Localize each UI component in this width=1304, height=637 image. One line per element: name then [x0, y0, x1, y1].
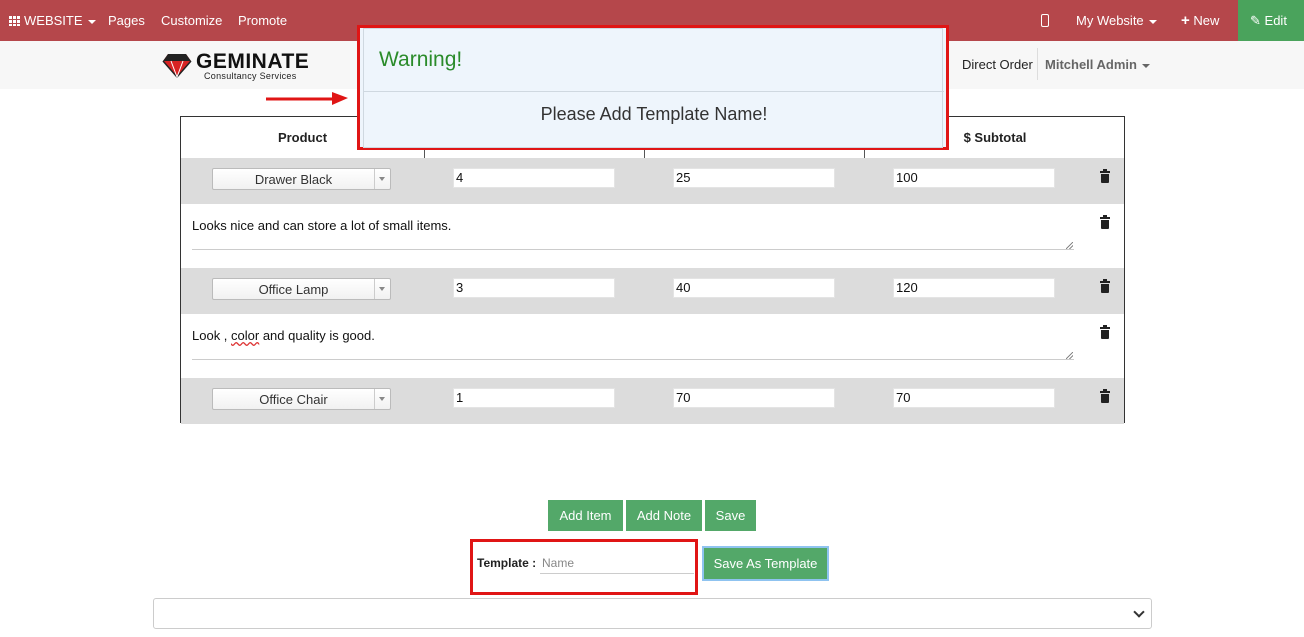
template-select[interactable] — [153, 598, 1152, 629]
save-as-template-button[interactable]: Save As Template — [702, 546, 829, 581]
pages-menu[interactable]: Pages — [108, 0, 145, 41]
trash-icon[interactable] — [1100, 325, 1110, 339]
grid-icon — [9, 16, 20, 26]
note-row: Look , color and quality is good. — [181, 314, 1124, 378]
trash-icon[interactable] — [1100, 169, 1110, 183]
trash-icon[interactable] — [1100, 215, 1110, 229]
subtotal-input[interactable]: 70 — [893, 388, 1055, 408]
plus-icon: + — [1181, 12, 1190, 29]
price-input[interactable]: 25 — [673, 168, 835, 188]
table-row: Office Chair 1 70 70 — [181, 378, 1124, 424]
website-menu[interactable]: WEBSITE — [9, 0, 96, 41]
red-arrow-annotation — [266, 92, 348, 105]
order-lines-table: Product $ Subtotal Drawer Black 4 25 100… — [180, 116, 1125, 424]
promote-menu[interactable]: Promote — [238, 0, 287, 41]
textarea-underline — [192, 359, 1074, 360]
dialog-message: Please Add Template Name! — [540, 104, 768, 124]
trash-icon[interactable] — [1100, 389, 1110, 403]
table-row: Drawer Black 4 25 100 — [181, 158, 1124, 204]
dialog-divider — [364, 91, 944, 92]
dialog-title: Warning! — [379, 48, 463, 71]
customize-menu[interactable]: Customize — [161, 0, 222, 41]
textarea-underline — [192, 249, 1074, 250]
nav-divider — [1037, 48, 1038, 80]
template-name-input[interactable]: Name — [540, 553, 694, 574]
resize-handle-icon[interactable] — [1066, 242, 1073, 249]
caret-down-icon — [1148, 19, 1157, 24]
pencil-icon: ✎ — [1250, 13, 1261, 28]
mobile-icon — [1041, 14, 1049, 27]
table-row: Office Lamp 3 40 120 — [181, 268, 1124, 314]
quantity-input[interactable]: 1 — [453, 388, 615, 408]
quantity-input[interactable]: 4 — [453, 168, 615, 188]
new-button[interactable]: + New — [1181, 0, 1219, 41]
product-select[interactable]: Drawer Black — [212, 168, 391, 190]
price-input[interactable]: 70 — [673, 388, 835, 408]
template-label: Template : — [477, 556, 537, 570]
dialog-content: Warning! Please Add Template Name! — [363, 28, 944, 148]
product-select[interactable]: Office Lamp — [212, 278, 391, 300]
gem-logo-icon — [162, 54, 192, 78]
dropdown-arrow-icon — [374, 279, 390, 299]
resize-handle-icon[interactable] — [1066, 352, 1073, 359]
dropdown-arrow-icon — [374, 169, 390, 189]
warning-dialog: Warning! Please Add Template Name! — [357, 25, 949, 150]
nav-link-direct-order[interactable]: Direct Order — [962, 57, 1033, 72]
trash-icon[interactable] — [1100, 279, 1110, 293]
note-row: Looks nice and can store a lot of small … — [181, 204, 1124, 268]
product-select[interactable]: Office Chair — [212, 388, 391, 410]
subtotal-input[interactable]: 100 — [893, 168, 1055, 188]
quantity-input[interactable]: 3 — [453, 278, 615, 298]
note-textarea[interactable]: Looks nice and can store a lot of small … — [192, 218, 451, 233]
mobile-preview-button[interactable] — [1041, 0, 1049, 41]
caret-down-icon — [87, 19, 96, 24]
site-selector[interactable]: My Website — [1076, 0, 1157, 41]
dropdown-arrow-icon — [374, 389, 390, 409]
subtotal-input[interactable]: 120 — [893, 278, 1055, 298]
caret-down-icon — [1141, 63, 1150, 68]
edit-button[interactable]: ✎ Edit — [1238, 0, 1304, 41]
save-button[interactable]: Save — [705, 500, 756, 531]
add-note-button[interactable]: Add Note — [626, 500, 702, 531]
price-input[interactable]: 40 — [673, 278, 835, 298]
note-textarea[interactable]: Look , color and quality is good. — [192, 328, 375, 343]
user-menu[interactable]: Mitchell Admin — [1045, 57, 1150, 72]
chevron-down-icon — [1133, 606, 1145, 618]
add-item-button[interactable]: Add Item — [548, 500, 623, 531]
